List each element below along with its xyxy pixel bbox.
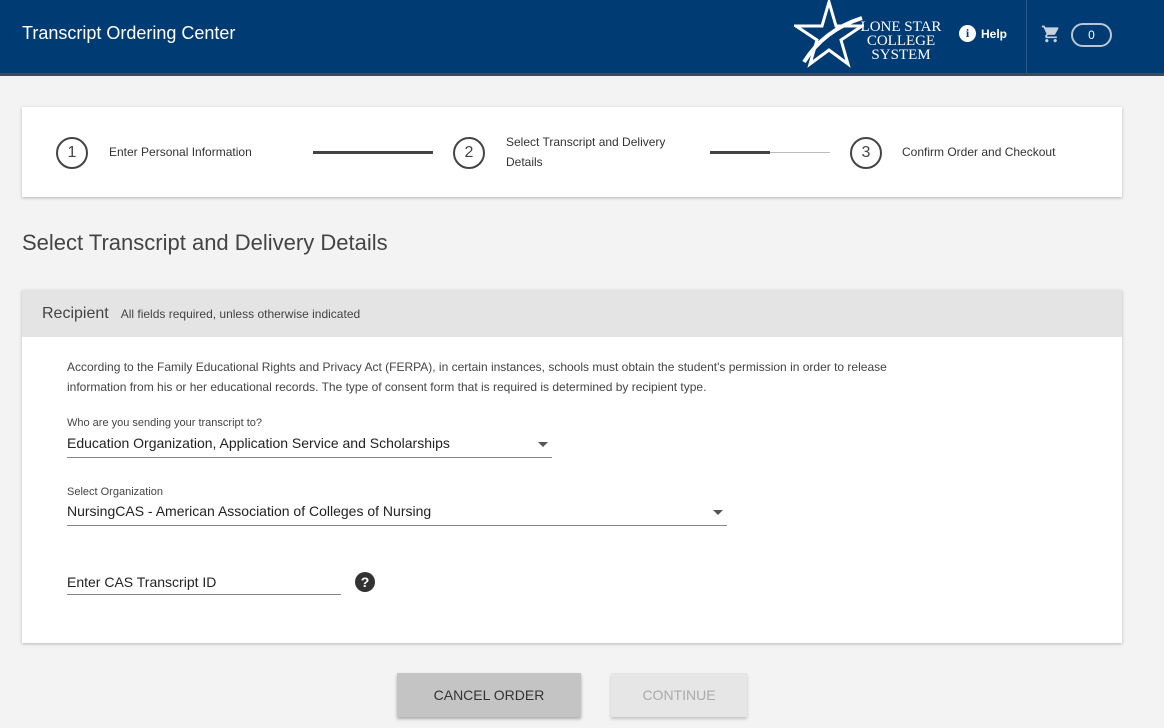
continue-button[interactable]: CONTINUE: [611, 673, 747, 717]
step-connector-2-progress: [710, 151, 770, 154]
logo-text-line-2: COLLEGE: [866, 33, 936, 49]
organization-select[interactable]: NursingCAS - American Association of Col…: [67, 500, 727, 526]
recipient-type-select[interactable]: Education Organization, Application Serv…: [67, 432, 552, 458]
step-2-label-line-2: Details: [506, 155, 543, 169]
recipient-type-label: Who are you sending your transcript to?: [67, 417, 263, 429]
recipient-card: Recipient All fields required, unless ot…: [22, 290, 1122, 643]
step-3-number: 3: [850, 137, 882, 169]
shopping-cart-icon[interactable]: [1041, 24, 1061, 44]
ferpa-notice-line-2: information from his or her educational …: [67, 380, 707, 394]
chevron-down-icon: [538, 442, 548, 447]
ferpa-notice: According to the Family Educational Righ…: [67, 357, 927, 397]
info-icon: i: [959, 25, 976, 42]
header-divider: [1026, 0, 1027, 73]
step-3-label: Confirm Order and Checkout: [902, 145, 1056, 159]
logo-text-line-3: SYSTEM: [871, 47, 931, 63]
top-bar: Transcript Ordering Center LONE STAR COL…: [0, 0, 1164, 76]
organization-label: Select Organization: [67, 486, 163, 498]
step-1-number: 1: [56, 137, 88, 169]
chevron-down-icon: [713, 510, 723, 515]
page-title: Select Transcript and Delivery Details: [22, 230, 388, 255]
step-connector-1: [313, 151, 433, 154]
progress-stepper: 1 Enter Personal Information 2 Select Tr…: [22, 107, 1122, 197]
question-mark-icon[interactable]: ?: [355, 572, 375, 592]
help-link[interactable]: i Help: [959, 25, 1007, 42]
lone-star-college-logo[interactable]: LONE STAR COLLEGE SYSTEM: [794, 0, 944, 70]
organization-value: NursingCAS - American Association of Col…: [67, 503, 432, 519]
cancel-order-button[interactable]: CANCEL ORDER: [397, 673, 581, 717]
step-2-label-line-1: Select Transcript and Delivery: [506, 135, 666, 149]
cart-count-badge[interactable]: 0: [1071, 23, 1112, 47]
step-1-label: Enter Personal Information: [109, 145, 252, 159]
app-title: Transcript Ordering Center: [22, 23, 236, 43]
star-icon: [794, 0, 864, 68]
ferpa-notice-line-1: According to the Family Educational Righ…: [67, 360, 887, 374]
logo-text-line-1: LONE STAR: [860, 19, 942, 35]
cas-transcript-id-input[interactable]: [67, 570, 341, 595]
step-2-number: 2: [453, 137, 485, 169]
recipient-title: Recipient: [42, 304, 109, 322]
help-label: Help: [981, 26, 1008, 41]
recipient-card-header: Recipient All fields required, unless ot…: [22, 290, 1122, 337]
required-fields-note: All fields required, unless otherwise in…: [120, 306, 361, 321]
recipient-type-value: Education Organization, Application Serv…: [67, 435, 450, 451]
